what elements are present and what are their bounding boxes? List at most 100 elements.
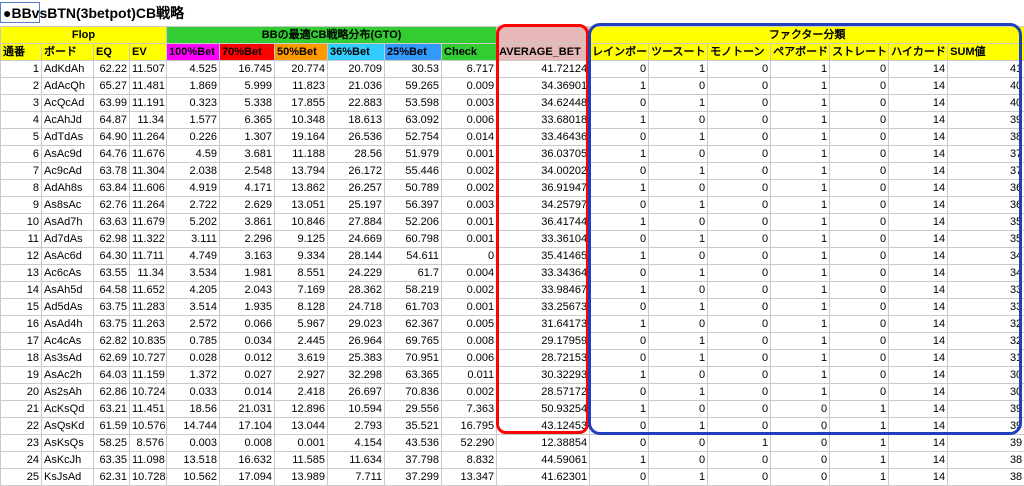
cell-bet50[interactable]: 9.334 bbox=[275, 248, 328, 265]
cell-bet36[interactable]: 20.709 bbox=[328, 61, 385, 78]
cell-ev[interactable]: 11.263 bbox=[130, 316, 167, 333]
cell-check[interactable]: 0.002 bbox=[442, 282, 497, 299]
cell-eq[interactable]: 63.78 bbox=[94, 163, 130, 180]
cell-bet100[interactable]: 1.869 bbox=[167, 78, 220, 95]
cell-index[interactable]: 21 bbox=[1, 401, 42, 418]
cell-bet50[interactable]: 8.128 bbox=[275, 299, 328, 316]
cell-ev[interactable]: 11.304 bbox=[130, 163, 167, 180]
cell-bet25[interactable]: 35.521 bbox=[385, 418, 442, 435]
cell-bet25[interactable]: 51.979 bbox=[385, 146, 442, 163]
cell-check[interactable]: 8.832 bbox=[442, 452, 497, 469]
cell-bet50[interactable]: 12.896 bbox=[275, 401, 328, 418]
col-header-board[interactable]: ボード bbox=[42, 44, 94, 61]
cell-bet50[interactable]: 2.927 bbox=[275, 367, 328, 384]
cell-bet100[interactable]: 0.323 bbox=[167, 95, 220, 112]
cell-sum[interactable]: 38 bbox=[948, 129, 1024, 146]
cell-eq[interactable]: 63.75 bbox=[94, 299, 130, 316]
cell-bet100[interactable]: 0.028 bbox=[167, 350, 220, 367]
cell-bet70[interactable]: 0.034 bbox=[220, 333, 275, 350]
cell-check[interactable]: 0.004 bbox=[442, 265, 497, 282]
cell-monotone[interactable]: 0 bbox=[708, 350, 771, 367]
cell-average-bet[interactable]: 36.41744 bbox=[497, 214, 590, 231]
cell-board[interactable]: As3sAd bbox=[42, 350, 94, 367]
cell-ev[interactable]: 11.264 bbox=[130, 129, 167, 146]
cell-average-bet[interactable]: 43.12453 bbox=[497, 418, 590, 435]
cell-board[interactable]: AsAd4h bbox=[42, 316, 94, 333]
cell-index[interactable]: 3 bbox=[1, 95, 42, 112]
cell-bet100[interactable]: 4.749 bbox=[167, 248, 220, 265]
cell-bet100[interactable]: 3.534 bbox=[167, 265, 220, 282]
cell-bet70[interactable]: 0.012 bbox=[220, 350, 275, 367]
cell-paired-board[interactable]: 1 bbox=[771, 231, 830, 248]
cell-ev[interactable]: 11.264 bbox=[130, 197, 167, 214]
cell-two-suit[interactable]: 0 bbox=[649, 180, 708, 197]
cell-rainbow[interactable]: 1 bbox=[590, 367, 649, 384]
cell-bet70[interactable]: 1.307 bbox=[220, 129, 275, 146]
cell-straight[interactable]: 1 bbox=[830, 418, 889, 435]
cell-bet100[interactable]: 2.572 bbox=[167, 316, 220, 333]
cell-index[interactable]: 15 bbox=[1, 299, 42, 316]
cell-bet36[interactable]: 10.594 bbox=[328, 401, 385, 418]
cell-straight[interactable]: 1 bbox=[830, 401, 889, 418]
cell-rainbow[interactable]: 1 bbox=[590, 214, 649, 231]
cell-check[interactable]: 0.001 bbox=[442, 231, 497, 248]
cell-high-card[interactable]: 14 bbox=[889, 95, 948, 112]
cell-bet25[interactable]: 55.446 bbox=[385, 163, 442, 180]
cell-paired-board[interactable]: 1 bbox=[771, 146, 830, 163]
cell-two-suit[interactable]: 0 bbox=[649, 78, 708, 95]
cell-bet100[interactable]: 2.722 bbox=[167, 197, 220, 214]
cell-bet100[interactable]: 4.59 bbox=[167, 146, 220, 163]
cell-board[interactable]: As8sAc bbox=[42, 197, 94, 214]
cell-eq[interactable]: 64.03 bbox=[94, 367, 130, 384]
cell-rainbow[interactable]: 0 bbox=[590, 384, 649, 401]
cell-high-card[interactable]: 14 bbox=[889, 78, 948, 95]
cell-rainbow[interactable]: 1 bbox=[590, 401, 649, 418]
cell-straight[interactable]: 1 bbox=[830, 469, 889, 486]
cell-check[interactable]: 0.003 bbox=[442, 95, 497, 112]
col-header-sum[interactable]: SUM値 bbox=[948, 44, 1024, 61]
cell-ev[interactable]: 11.606 bbox=[130, 180, 167, 197]
cell-rainbow[interactable]: 1 bbox=[590, 316, 649, 333]
cell-bet25[interactable]: 54.611 bbox=[385, 248, 442, 265]
cell-board[interactable]: Ad7dAs bbox=[42, 231, 94, 248]
cell-straight[interactable]: 0 bbox=[830, 367, 889, 384]
cell-rainbow[interactable]: 1 bbox=[590, 248, 649, 265]
cell-straight[interactable]: 0 bbox=[830, 316, 889, 333]
cell-eq[interactable]: 61.59 bbox=[94, 418, 130, 435]
cell-sum[interactable]: 40 bbox=[948, 78, 1024, 95]
cell-bet25[interactable]: 69.765 bbox=[385, 333, 442, 350]
cell-ev[interactable]: 11.098 bbox=[130, 452, 167, 469]
cell-bet70[interactable]: 17.094 bbox=[220, 469, 275, 486]
cell-two-suit[interactable]: 0 bbox=[649, 401, 708, 418]
cell-bet70[interactable]: 4.171 bbox=[220, 180, 275, 197]
cell-straight[interactable]: 0 bbox=[830, 231, 889, 248]
cell-average-bet[interactable]: 34.36901 bbox=[497, 78, 590, 95]
cell-index[interactable]: 11 bbox=[1, 231, 42, 248]
cell-sum[interactable]: 31 bbox=[948, 350, 1024, 367]
cell-ev[interactable]: 11.679 bbox=[130, 214, 167, 231]
cell-index[interactable]: 4 bbox=[1, 112, 42, 129]
cell-bet36[interactable]: 21.036 bbox=[328, 78, 385, 95]
cell-monotone[interactable]: 0 bbox=[708, 452, 771, 469]
cell-board[interactable]: AsAh5d bbox=[42, 282, 94, 299]
cell-bet50[interactable]: 13.051 bbox=[275, 197, 328, 214]
col-header-check[interactable]: Check bbox=[442, 44, 497, 61]
cell-high-card[interactable]: 14 bbox=[889, 384, 948, 401]
cell-two-suit[interactable]: 0 bbox=[649, 146, 708, 163]
cell-monotone[interactable]: 0 bbox=[708, 282, 771, 299]
col-header-straight[interactable]: ストレート bbox=[830, 44, 889, 61]
cell-average-bet[interactable]: 41.72124 bbox=[497, 61, 590, 78]
cell-bet36[interactable]: 28.56 bbox=[328, 146, 385, 163]
cell-high-card[interactable]: 14 bbox=[889, 316, 948, 333]
cell-board[interactable]: AsAc2h bbox=[42, 367, 94, 384]
cell-check[interactable]: 0.009 bbox=[442, 78, 497, 95]
cell-rainbow[interactable]: 0 bbox=[590, 197, 649, 214]
cell-bet100[interactable]: 0.785 bbox=[167, 333, 220, 350]
cell-rainbow[interactable]: 0 bbox=[590, 231, 649, 248]
cell-high-card[interactable]: 14 bbox=[889, 282, 948, 299]
cell-bet50[interactable]: 13.862 bbox=[275, 180, 328, 197]
group-header-gto[interactable]: BBの最適CB戦略分布(GTO) bbox=[167, 27, 497, 44]
cell-two-suit[interactable]: 1 bbox=[649, 384, 708, 401]
cell-high-card[interactable]: 14 bbox=[889, 180, 948, 197]
cell-board[interactable]: AcKsQd bbox=[42, 401, 94, 418]
